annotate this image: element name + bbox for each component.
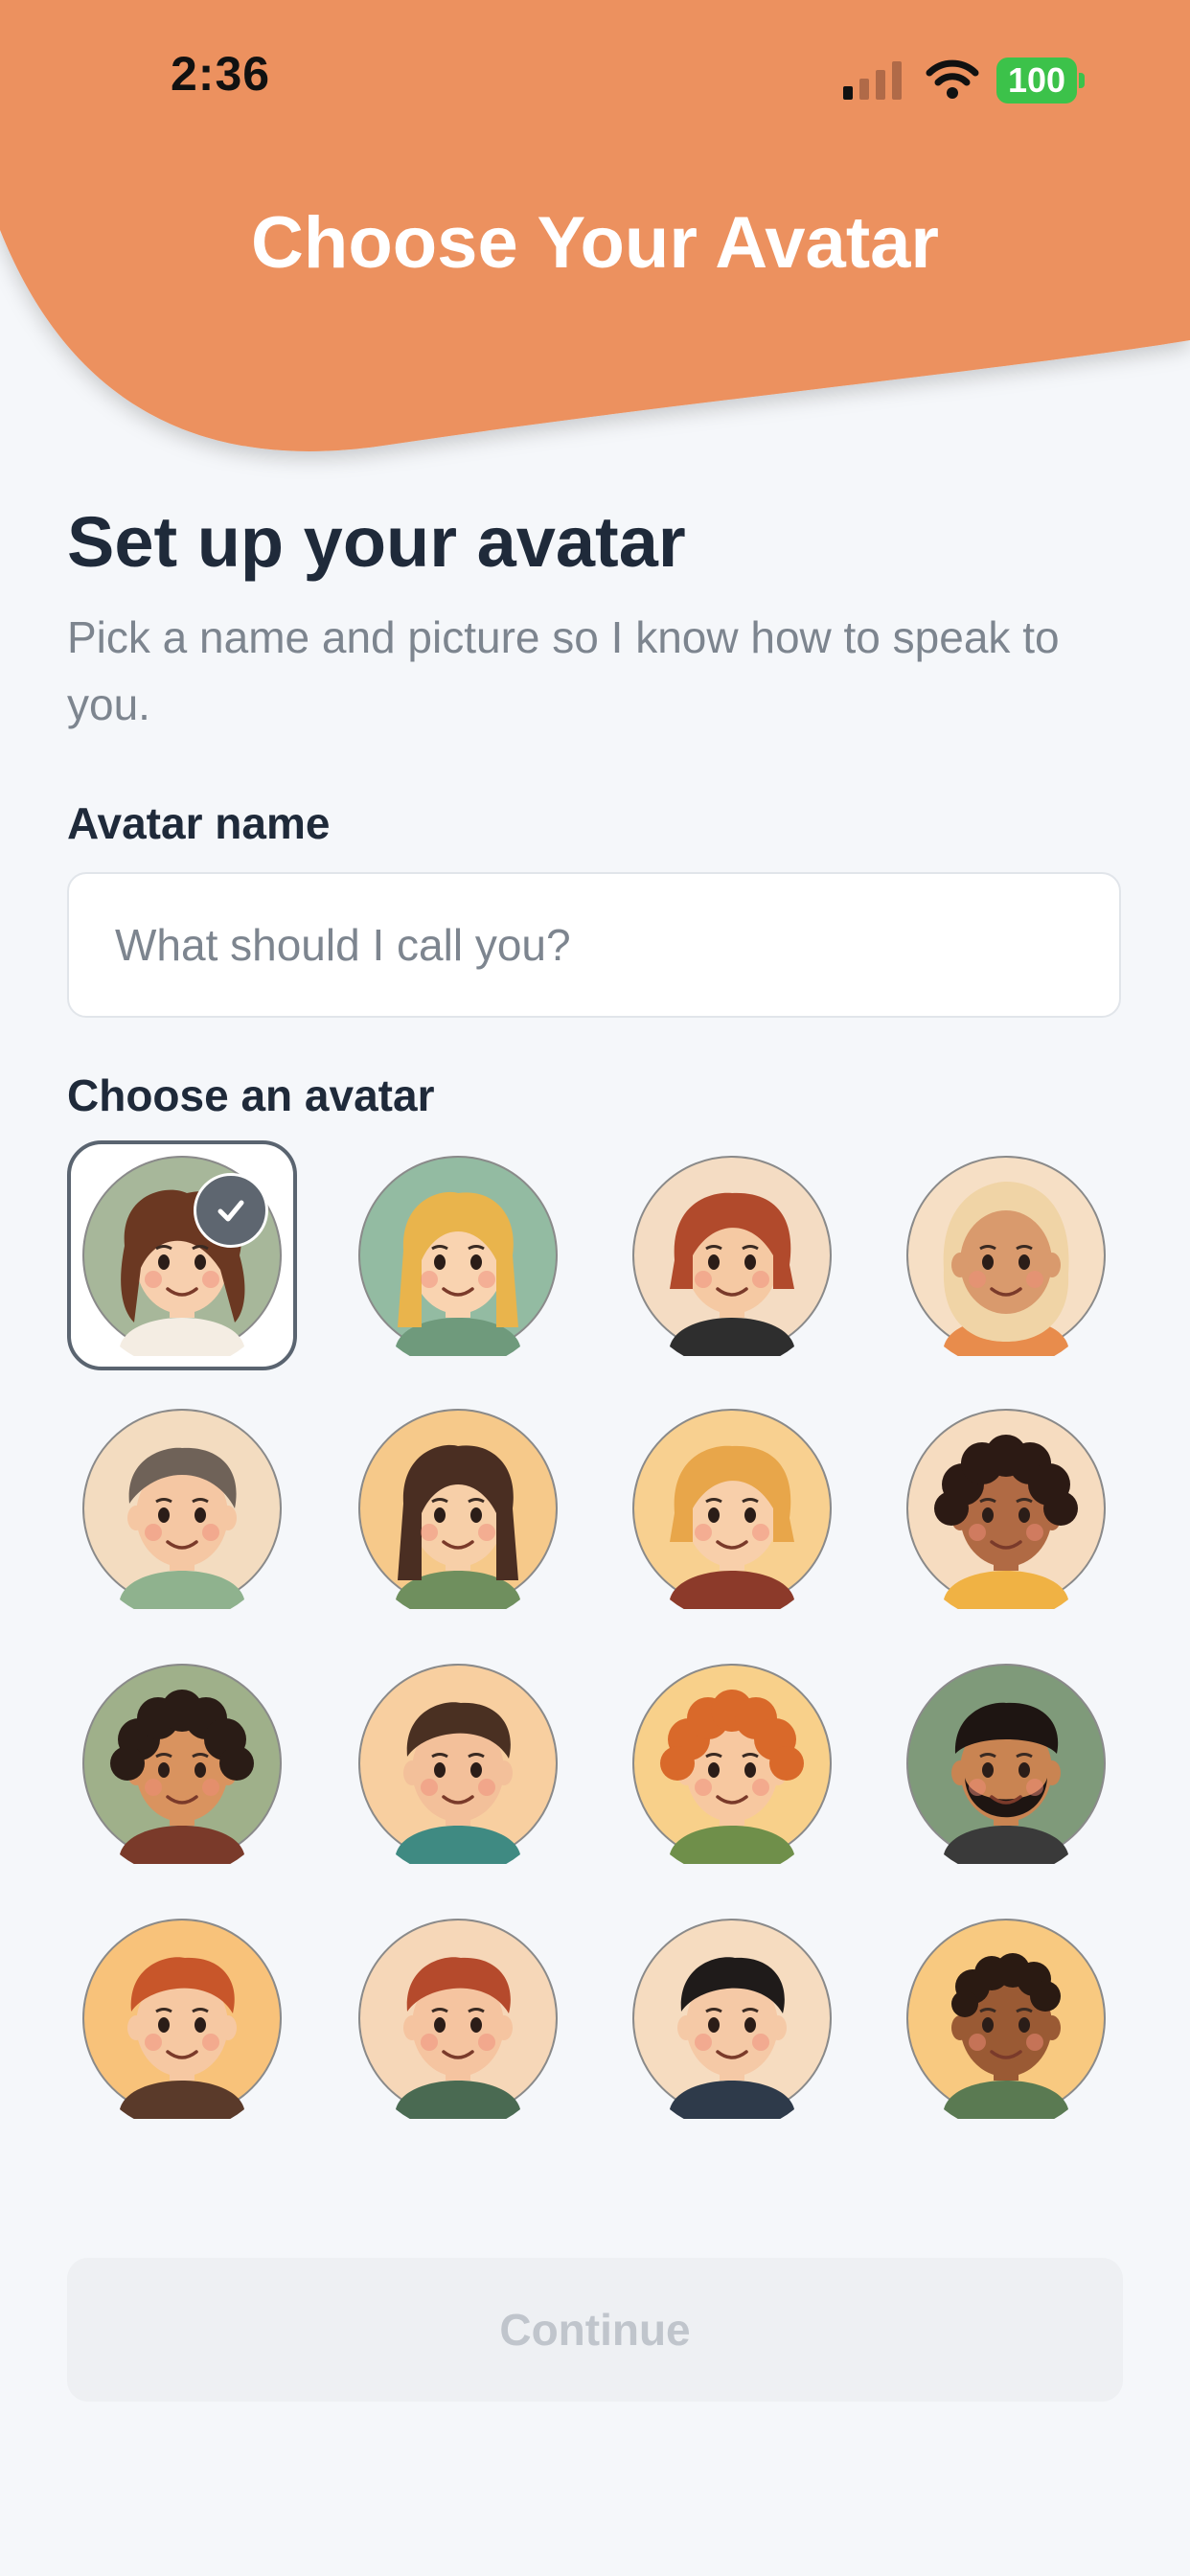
avatar-name-input[interactable] [67, 872, 1121, 1018]
avatar-short-curly-hair-boy[interactable] [891, 1903, 1121, 2133]
continue-button[interactable]: Continue [67, 2258, 1123, 2402]
avatar-red-bob-hair-woman[interactable] [617, 1140, 847, 1370]
avatar-image [632, 1156, 832, 1356]
status-bar: 2:36 100 [0, 0, 1190, 163]
avatar-image [906, 1919, 1106, 2119]
avatar-image [906, 1409, 1106, 1609]
avatar-image [632, 1409, 832, 1609]
avatar-image [82, 1409, 282, 1609]
avatar-name-label: Avatar name [67, 798, 331, 848]
avatar-gray-short-hair-woman[interactable] [67, 1393, 297, 1623]
avatar-bearded-man[interactable] [891, 1648, 1121, 1878]
battery-icon: 100 [996, 58, 1085, 104]
avatar-long-brown-hair-woman[interactable] [343, 1393, 573, 1623]
avatar-image [358, 1409, 558, 1609]
setup-form: Set up your avatar Pick a name and pictu… [67, 498, 1123, 1121]
status-time: 2:36 [171, 47, 271, 101]
avatar-ginger-hair-boy[interactable] [67, 1903, 297, 2133]
avatar-image [82, 1919, 282, 2119]
avatar-image [632, 1919, 832, 2119]
avatar-middle-aged-man[interactable] [343, 1648, 573, 1878]
avatar-red-hair-man[interactable] [343, 1903, 573, 2133]
battery-level: 100 [996, 58, 1077, 104]
setup-subtitle: Pick a name and picture so I know how to… [67, 612, 1060, 729]
page-title: Choose Your Avatar [251, 202, 939, 284]
avatar-blonde-long-hair-girl[interactable] [343, 1140, 573, 1370]
checkmark-icon [194, 1173, 268, 1248]
cellular-signal-icon [843, 61, 902, 100]
avatar-black-hair-boy[interactable] [617, 1903, 847, 2133]
avatar-curly-dark-hair-woman[interactable] [891, 1393, 1121, 1623]
avatar-hijab-woman[interactable] [891, 1140, 1121, 1370]
avatar-image [906, 1156, 1106, 1356]
avatar-image [82, 1664, 282, 1864]
avatar-grid [67, 1140, 1123, 2128]
avatar-blonde-bob-woman[interactable] [617, 1393, 847, 1623]
avatar-curly-hair-boy[interactable] [67, 1648, 297, 1878]
avatar-brown-wavy-hair-woman[interactable] [67, 1140, 297, 1370]
avatar-image [358, 1664, 558, 1864]
avatar-image [632, 1664, 832, 1864]
avatar-image [906, 1664, 1106, 1864]
avatar-ginger-freckles-boy[interactable] [617, 1648, 847, 1878]
avatar-image [358, 1156, 558, 1356]
choose-avatar-label: Choose an avatar [67, 1070, 435, 1120]
wifi-icon [926, 59, 979, 99]
avatar-image [358, 1919, 558, 2119]
setup-title: Set up your avatar [67, 502, 686, 582]
